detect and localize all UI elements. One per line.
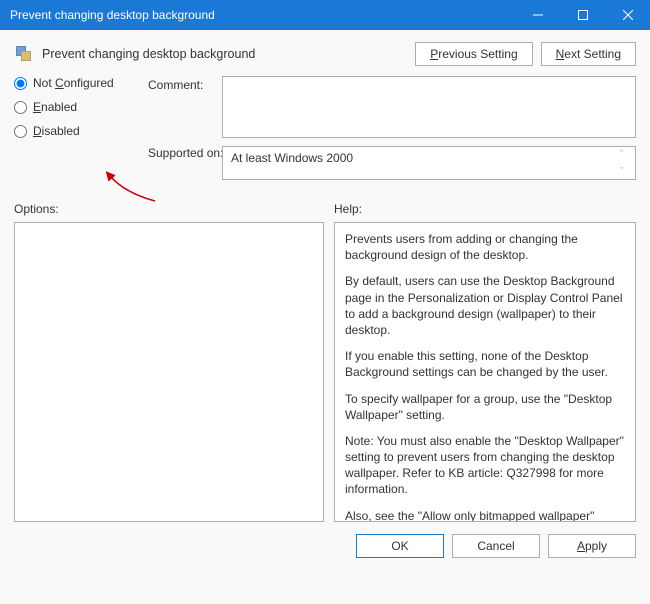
help-paragraph: Also, see the "Allow only bitmapped wall…	[345, 508, 625, 522]
supported-on-field: At least Windows 2000 ˆˇ	[222, 146, 636, 180]
help-text: Prevents users from adding or changing t…	[345, 231, 625, 522]
help-paragraph: Note: You must also enable the "Desktop …	[345, 433, 625, 498]
supported-on-value: At least Windows 2000	[231, 151, 353, 165]
radio-disabled[interactable]: Disabled	[14, 124, 144, 138]
ok-button[interactable]: OK	[356, 534, 444, 558]
policy-header: Prevent changing desktop background Prev…	[0, 30, 650, 76]
radio-disabled-input[interactable]	[14, 125, 27, 138]
help-pane: Prevents users from adding or changing t…	[334, 222, 636, 522]
comment-field[interactable]	[222, 76, 636, 138]
cancel-button[interactable]: Cancel	[452, 534, 540, 558]
options-label: Options:	[14, 202, 324, 216]
radio-enabled[interactable]: Enabled	[14, 100, 144, 114]
policy-name: Prevent changing desktop background	[42, 47, 415, 61]
minimize-icon	[533, 10, 543, 20]
scrollbar[interactable]: ˆˇ	[620, 150, 632, 176]
options-pane	[14, 222, 324, 522]
minimize-button[interactable]	[515, 0, 560, 30]
dialog-buttons: OK Cancel Apply	[0, 522, 650, 570]
help-label: Help:	[334, 202, 636, 216]
help-paragraph: By default, users can use the Desktop Ba…	[345, 273, 625, 338]
close-button[interactable]	[605, 0, 650, 30]
radio-enabled-input[interactable]	[14, 101, 27, 114]
close-icon	[623, 10, 633, 20]
window-title: Prevent changing desktop background	[10, 8, 515, 22]
radio-not-configured-input[interactable]	[14, 77, 27, 90]
supported-on-label: Supported on:	[148, 138, 218, 160]
help-paragraph: To specify wallpaper for a group, use th…	[345, 391, 625, 423]
maximize-icon	[578, 10, 588, 20]
help-paragraph: If you enable this setting, none of the …	[345, 348, 625, 380]
next-setting-button[interactable]: Next Setting	[541, 42, 636, 66]
comment-label: Comment:	[148, 76, 218, 92]
maximize-button[interactable]	[560, 0, 605, 30]
apply-button[interactable]: Apply	[548, 534, 636, 558]
policy-icon	[14, 44, 34, 64]
previous-setting-button[interactable]: Previous Setting	[415, 42, 532, 66]
radio-not-configured[interactable]: Not Configured	[14, 76, 144, 90]
state-radio-group: Not Configured Enabled Disabled	[14, 76, 144, 148]
help-paragraph: Prevents users from adding or changing t…	[345, 231, 625, 263]
titlebar: Prevent changing desktop background	[0, 0, 650, 30]
